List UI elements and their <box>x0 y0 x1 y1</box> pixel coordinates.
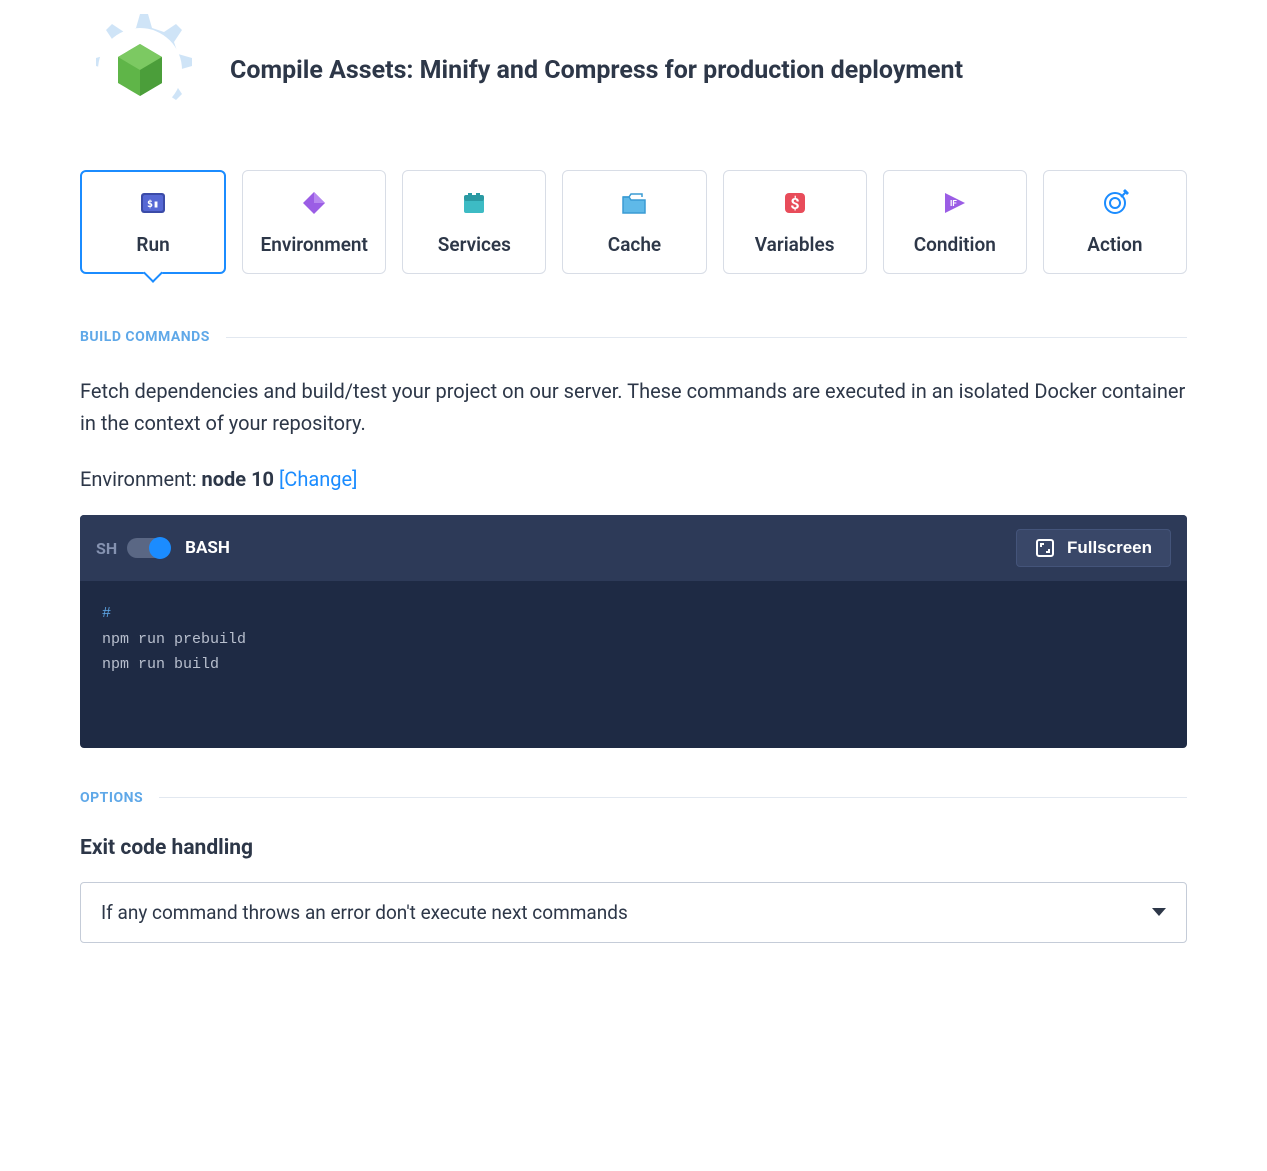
build-description: Fetch dependencies and build/test your p… <box>80 375 1187 439</box>
svg-text:IF: IF <box>950 199 957 208</box>
exit-code-title: Exit code handling <box>80 836 1187 860</box>
tab-label: Run <box>136 233 169 256</box>
tabs-row: $▮ Run Environment Services Cache $ Vari… <box>80 170 1187 274</box>
tab-variables[interactable]: $ Variables <box>723 170 867 274</box>
toggle-knob <box>149 537 171 559</box>
tab-label: Services <box>438 233 511 256</box>
tab-label: Environment <box>260 233 367 256</box>
code-editor: SH BASH Fullscreen # npm run prebuild np… <box>80 515 1187 748</box>
page-title: Compile Assets: Minify and Compress for … <box>230 56 963 85</box>
page-header: Compile Assets: Minify and Compress for … <box>80 10 1187 130</box>
tab-services[interactable]: Services <box>402 170 546 274</box>
play-if-icon: IF <box>941 189 969 217</box>
svg-text:$▮: $▮ <box>147 199 159 210</box>
terminal-icon: $▮ <box>139 189 167 217</box>
tab-run[interactable]: $▮ Run <box>80 170 226 274</box>
diamond-icon <box>300 189 328 217</box>
options-section-title: OPTIONS <box>80 790 143 806</box>
select-value: If any command throws an error don't exe… <box>101 901 628 924</box>
tab-label: Cache <box>608 233 661 256</box>
dollar-icon: $ <box>781 189 809 217</box>
svg-text:$: $ <box>790 194 799 213</box>
fullscreen-icon <box>1035 538 1055 558</box>
env-value: node 10 <box>202 467 274 491</box>
code-body[interactable]: # npm run prebuild npm run build <box>80 581 1187 748</box>
exit-code-select[interactable]: If any command throws an error don't exe… <box>80 882 1187 943</box>
chevron-down-icon <box>1152 908 1166 916</box>
folder-icon <box>620 189 648 217</box>
fullscreen-label: Fullscreen <box>1067 538 1152 558</box>
change-link[interactable]: [Change] <box>279 467 357 491</box>
code-comment: # <box>102 605 111 622</box>
code-lines: npm run prebuild npm run build <box>102 631 246 674</box>
tab-cache[interactable]: Cache <box>562 170 706 274</box>
shell-toggle[interactable] <box>127 538 169 558</box>
build-section-title: BUILD COMMANDS <box>80 329 210 345</box>
divider <box>226 337 1187 338</box>
environment-line: Environment: node 10 [Change] <box>80 467 1187 491</box>
build-section-header: BUILD COMMANDS <box>80 329 1187 345</box>
tab-environment[interactable]: Environment <box>242 170 386 274</box>
divider <box>159 797 1187 798</box>
fullscreen-button[interactable]: Fullscreen <box>1016 529 1171 567</box>
env-label: Environment: <box>80 467 202 491</box>
code-header: SH BASH Fullscreen <box>80 515 1187 581</box>
tab-action[interactable]: Action <box>1043 170 1187 274</box>
tab-label: Condition <box>914 233 996 256</box>
bash-label: BASH <box>185 538 230 558</box>
options-section-header: OPTIONS <box>80 790 1187 806</box>
target-icon <box>1101 189 1129 217</box>
node-gear-icon <box>80 10 200 130</box>
box-icon <box>460 189 488 217</box>
tab-condition[interactable]: IF Condition <box>883 170 1027 274</box>
tab-label: Variables <box>755 233 835 256</box>
sh-label: SH <box>96 539 117 558</box>
tab-label: Action <box>1087 233 1142 256</box>
